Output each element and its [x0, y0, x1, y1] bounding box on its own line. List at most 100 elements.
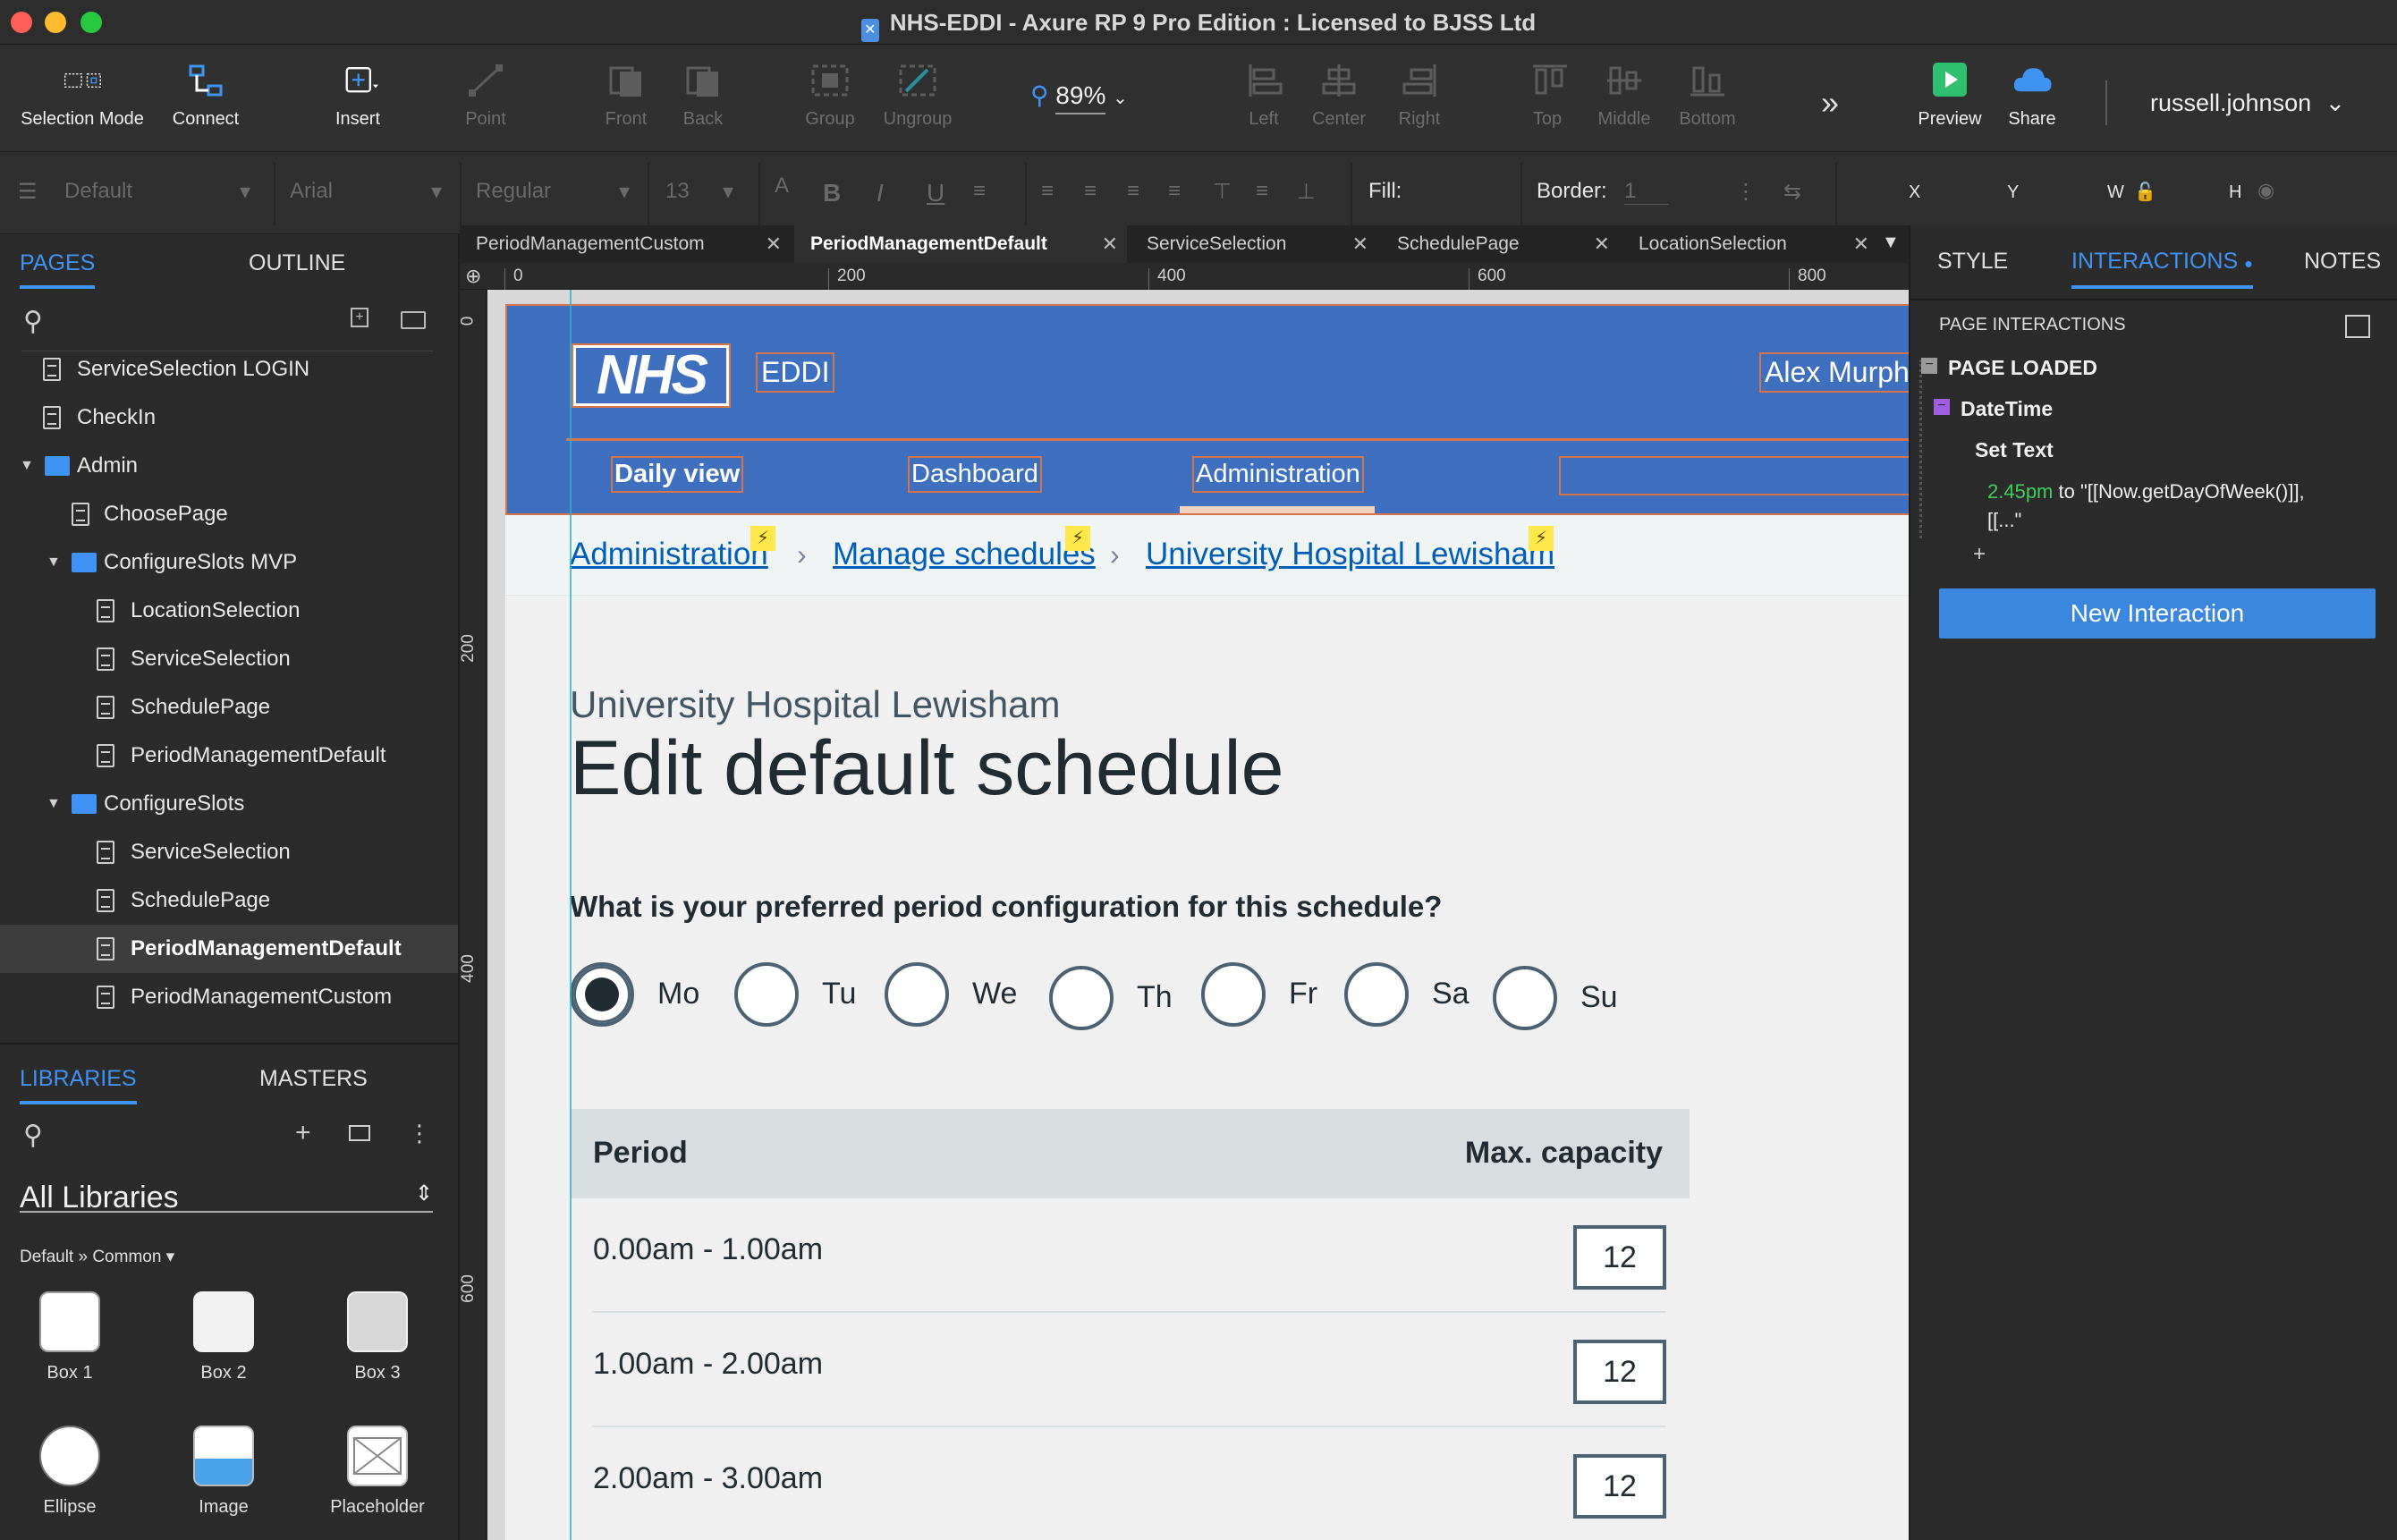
tab-service-selection[interactable]: ServiceSelection ✕ [1131, 225, 1377, 263]
user-menu[interactable]: russell.johnson ⌄ [2150, 89, 2345, 117]
tab-style[interactable]: STYLE [1937, 249, 2008, 275]
size-select[interactable]: 13 ▾ [665, 179, 746, 204]
tab-schedule-page[interactable]: SchedulePage ✕ [1381, 225, 1619, 263]
back-button[interactable]: Back [678, 63, 728, 130]
radio-th[interactable] [1049, 966, 1114, 1030]
breadcrumb-administration[interactable]: Administration [570, 537, 768, 572]
point-button[interactable]: Point [465, 63, 506, 130]
library-select[interactable]: All Libraries ⇕ [20, 1180, 433, 1214]
style-select[interactable]: Default ▾ [64, 179, 261, 204]
group-button[interactable]: Group [803, 63, 857, 130]
breadcrumb-hospital[interactable]: University Hospital Lewisham [1146, 537, 1554, 572]
close-icon[interactable]: ✕ [1102, 225, 1118, 263]
widget-ellipse[interactable]: Ellipse [16, 1426, 123, 1518]
folder-item[interactable]: ▼ ConfigureSlots MVP [0, 538, 458, 587]
page-item[interactable]: ChoosePage [0, 490, 458, 538]
page-item[interactable]: CheckIn [0, 393, 458, 442]
close-icon[interactable]: ✕ [1853, 225, 1869, 263]
library-copy-icon[interactable] [349, 1125, 370, 1141]
preview-button[interactable]: Preview [1914, 63, 1986, 130]
capacity-input[interactable]: 12 [1573, 1225, 1666, 1290]
align-top-button[interactable]: Top [1529, 63, 1567, 130]
eye-icon[interactable]: ◉ [2257, 179, 2274, 202]
tab-pages[interactable]: PAGES [20, 250, 96, 289]
valign-middle-button[interactable]: ≡ [1256, 179, 1268, 204]
capacity-input[interactable]: 12 [1573, 1454, 1666, 1519]
page-item[interactable]: ServiceSelection LOGIN [0, 345, 458, 393]
tab-period-management-custom[interactable]: PeriodManagementCustom ✕ [460, 225, 791, 263]
add-library-icon[interactable]: + [295, 1118, 311, 1148]
radio-fr[interactable] [1201, 962, 1266, 1027]
widget-box-1[interactable]: Box 1 [16, 1291, 123, 1383]
capacity-input[interactable]: 12 [1573, 1340, 1666, 1404]
align-text-right-button[interactable]: ≡ [1127, 179, 1139, 204]
nav-dashboard[interactable]: Dashboard [908, 456, 1042, 493]
page-caption[interactable]: University Hospital Lewisham [570, 683, 1061, 726]
italic-button[interactable]: I [877, 179, 884, 207]
app-name[interactable]: EDDI [756, 352, 835, 393]
close-icon[interactable]: ✕ [1594, 225, 1610, 263]
action-detail[interactable]: 2.45pm to "[[Now.getDayOfWeek()]], [[..." [1987, 478, 2381, 535]
search-icon[interactable]: ⚲ [23, 306, 43, 337]
weight-select[interactable]: Regular ▾ [476, 179, 637, 204]
valign-bottom-button[interactable]: ⊥ [1297, 179, 1316, 205]
align-text-center-button[interactable]: ≡ [1084, 179, 1097, 204]
align-middle-button[interactable]: Middle [1596, 63, 1653, 130]
page-loaded-event[interactable]: PAGE LOADED [1948, 356, 2097, 380]
collapse-case-icon[interactable]: − [1934, 399, 1950, 415]
page-item-selected[interactable]: PeriodManagementDefault [0, 925, 458, 973]
tab-outline[interactable]: OUTLINE [249, 250, 345, 276]
align-text-left-button[interactable]: ≡ [1041, 179, 1054, 204]
add-action-button[interactable]: + [1973, 542, 1986, 567]
page-item[interactable]: LocationSelection [0, 587, 458, 635]
close-icon[interactable]: ✕ [1352, 225, 1368, 263]
nav-administration[interactable]: Administration [1192, 456, 1364, 493]
nhs-header[interactable]: NHS EDDI Alex Murph Daily view Dashboard… [505, 304, 1909, 515]
expand-panel-icon[interactable] [2345, 315, 2370, 338]
ungroup-button[interactable]: Ungroup [882, 63, 953, 130]
bold-button[interactable]: B [823, 179, 841, 207]
border-width-input[interactable]: 1 [1624, 179, 1669, 205]
valign-top-button[interactable]: ⊤ [1213, 179, 1232, 205]
collapse-icon[interactable]: − [1921, 358, 1937, 374]
set-text-action[interactable]: Set Text [1975, 438, 2054, 462]
add-folder-icon[interactable] [401, 311, 426, 329]
selection-mode-button[interactable]: Selection Mode [20, 63, 145, 130]
widget-box-2[interactable]: Box 2 [170, 1291, 277, 1383]
arrow-style-button[interactable]: ⇆ [1783, 179, 1801, 205]
widget-box-3[interactable]: Box 3 [324, 1291, 431, 1383]
tab-masters[interactable]: MASTERS [259, 1066, 368, 1092]
page-item[interactable]: SchedulePage [0, 876, 458, 925]
tab-overflow-icon[interactable]: ▼ [1882, 233, 1900, 253]
tab-location-selection[interactable]: LocationSelection ✕ [1622, 225, 1878, 263]
folder-item[interactable]: ▼ ConfigureSlots [0, 780, 458, 828]
bullet-list-button[interactable]: ≡ [973, 179, 986, 204]
new-interaction-button[interactable]: New Interaction [1939, 588, 2376, 639]
header-search-input[interactable] [1559, 456, 1909, 495]
breadcrumb-manage-schedules[interactable]: Manage schedules [833, 537, 1096, 572]
border-style-button[interactable]: ⋮ [1735, 179, 1757, 205]
text-color-button[interactable]: A [775, 173, 789, 199]
page-item[interactable]: ServiceSelection [0, 635, 458, 683]
guide-line[interactable] [570, 290, 572, 1540]
align-center-button[interactable]: Center [1311, 63, 1367, 130]
user-name-label[interactable]: Alex Murph [1759, 352, 1909, 393]
more-options-icon[interactable]: ⋮ [408, 1120, 431, 1147]
search-icon[interactable]: ⚲ [23, 1120, 43, 1151]
page-item[interactable]: SchedulePage [0, 683, 458, 732]
justify-text-button[interactable]: ≡ [1168, 179, 1181, 204]
front-button[interactable]: Front [601, 63, 651, 130]
connect-button[interactable]: Connect [170, 63, 241, 130]
radio-we[interactable] [885, 962, 949, 1027]
tab-libraries[interactable]: LIBRARIES [20, 1066, 137, 1104]
add-page-icon[interactable]: + [351, 308, 368, 327]
page-item[interactable]: PeriodManagementCustom [0, 973, 458, 1021]
page-item[interactable]: PeriodManagementDefault [0, 732, 458, 780]
page-title[interactable]: Edit default schedule [570, 724, 1283, 813]
datetime-case[interactable]: DateTime [1961, 397, 2053, 421]
zoom-select[interactable]: ⚲ 89% ⌄ [1030, 80, 1165, 114]
tab-period-management-default[interactable]: PeriodManagementDefault ✕ [794, 225, 1127, 263]
tab-notes[interactable]: NOTES [2304, 249, 2381, 275]
folder-item[interactable]: ▼ Admin [0, 442, 458, 490]
align-right-button[interactable]: Right [1397, 63, 1442, 130]
